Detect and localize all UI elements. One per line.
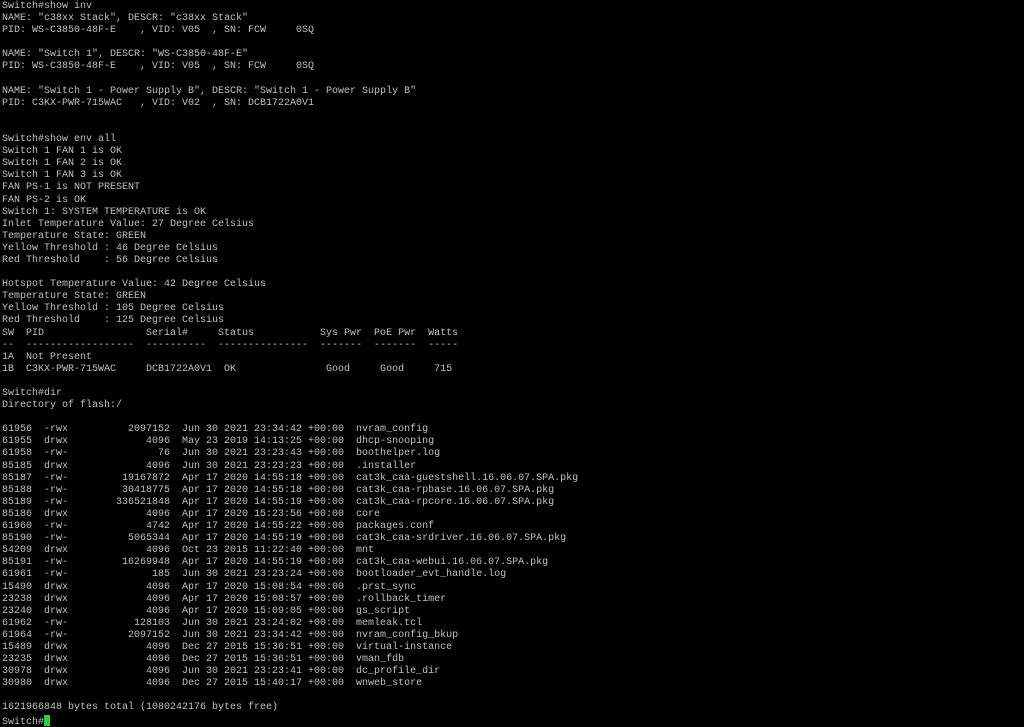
terminal-line: 15490 drwx 4096 Apr 17 2020 15:08:54 +00… (2, 581, 417, 593)
terminal-line: 61955 drwx 4096 May 23 2019 14:13:25 +00… (2, 436, 435, 448)
terminal-line: FAN PS-2 is OK (2, 194, 87, 206)
terminal-line: PID: WS-C3850-48F-E , VID: V05 , SN: FCW… (2, 61, 315, 73)
terminal-line: FAN PS-1 is NOT PRESENT (2, 182, 141, 194)
terminal-line: NAME: "c38xx Stack", DESCR: "c38xx Stack… (2, 13, 249, 25)
terminal-line: PID: C3KX-PWR-715WAC , VID: V02 , SN: DC… (2, 97, 315, 109)
terminal-line: 61958 -rw- 76 Jun 30 2021 23:23:43 +00:0… (2, 448, 441, 460)
terminal-line: NAME: "Switch 1", DESCR: "WS-C3850-48F-E… (2, 49, 249, 61)
terminal-line: Switch 1 FAN 2 is OK (2, 158, 123, 170)
terminal-line: Switch 1 FAN 1 is OK (2, 146, 123, 158)
terminal-line: Temperature State: GREEN (2, 291, 147, 303)
terminal-line: Switch 1 FAN 3 is OK (2, 170, 123, 182)
terminal-line: Switch#show inv (2, 1, 93, 12)
command-prompt: Switch# (2, 716, 45, 727)
terminal-line: 1A Not Present (2, 351, 93, 363)
terminal-line: 61962 -rw- 128103 Jun 30 2021 23:24:02 +… (2, 617, 423, 629)
terminal-line: Yellow Threshold : 46 Degree Celsius (2, 242, 219, 254)
terminal-line: 61961 -rw- 185 Jun 30 2021 23:23:24 +00:… (2, 569, 507, 581)
terminal-line: Temperature State: GREEN (2, 230, 147, 242)
terminal-line: Red Threshold : 56 Degree Celsius (2, 254, 219, 266)
terminal-line: 85189 -rw- 336521848 Apr 17 2020 14:55:1… (2, 496, 555, 508)
terminal-line: 85190 -rw- 5065344 Apr 17 2020 14:55:19 … (2, 533, 567, 545)
terminal-line: 85186 drwx 4096 Apr 17 2020 15:23:56 +00… (2, 508, 381, 520)
terminal-line: 54209 drwx 4096 Oct 23 2015 11:22:40 +00… (2, 545, 375, 557)
terminal-line: SW PID Serial# Status Sys Pwr PoE Pwr Wa… (2, 327, 459, 339)
command-prompt-row[interactable]: Switch# (2, 714, 578, 727)
terminal-line: 15489 drwx 4096 Dec 27 2015 15:36:51 +00… (2, 641, 453, 653)
terminal-window[interactable]: Switch#show inv NAME: "c38xx Stack", DESC… (0, 0, 1024, 727)
terminal-line: 85188 -rw- 30418775 Apr 17 2020 14:55:18… (2, 484, 555, 496)
terminal-line: 1B C3KX-PWR-715WAC DCB1722A0V1 OK Good G… (2, 363, 453, 375)
terminal-line: 1621966848 bytes total (1080242176 bytes… (2, 702, 279, 714)
terminal-line: NAME: "Switch 1 - Power Supply B", DESCR… (2, 85, 417, 97)
terminal-line: Yellow Threshold : 105 Degree Celsius (2, 303, 225, 315)
terminal-line: 85187 -rw- 19167872 Apr 17 2020 14:55:18… (2, 472, 579, 484)
terminal-line: Switch#show env all (2, 134, 117, 146)
terminal-output: Switch#show inv NAME: "c38xx Stack", DESC… (2, 1, 578, 727)
terminal-line: PID: WS-C3850-48F-E , VID: V05 , SN: FCW… (2, 25, 315, 37)
terminal-line: Inlet Temperature Value: 27 Degree Celsi… (2, 218, 255, 230)
terminal-line: 30980 drwx 4096 Dec 27 2015 15:40:17 +00… (2, 678, 423, 690)
terminal-line: 23235 drwx 4096 Dec 27 2015 15:36:51 +00… (2, 654, 405, 666)
terminal-lines: Switch#show inv NAME: "c38xx Stack", DESC… (2, 1, 578, 715)
terminal-line: 23240 drwx 4096 Apr 17 2020 15:09:05 +00… (2, 605, 411, 617)
terminal-line: 61960 -rw- 4742 Apr 17 2020 14:55:22 +00… (2, 521, 435, 533)
terminal-line: Switch#dir (2, 388, 63, 399)
terminal-cursor (44, 714, 51, 726)
terminal-line: Directory of flash:/ (2, 400, 123, 412)
terminal-line: 30978 drwx 4096 Jun 30 2021 23:23:41 +00… (2, 666, 441, 678)
terminal-line: Hotspot Temperature Value: 42 Degree Cel… (2, 279, 267, 291)
terminal-line: 61956 -rwx 2097152 Jun 30 2021 23:34:42 … (2, 424, 429, 436)
terminal-line: 85185 drwx 4096 Jun 30 2021 23:23:23 +00… (2, 460, 417, 472)
terminal-line: 85191 -rw- 16269948 Apr 17 2020 14:55:19… (2, 557, 549, 569)
terminal-line: 23238 drwx 4096 Apr 17 2020 15:08:57 +00… (2, 593, 447, 605)
terminal-line: 61964 -rw- 2097152 Jun 30 2021 23:34:42 … (2, 629, 459, 641)
terminal-line: Red Threshold : 125 Degree Celsius (2, 315, 225, 327)
terminal-line: Switch 1: SYSTEM TEMPERATURE is OK (2, 206, 207, 218)
terminal-line: -- ------------------ ---------- -------… (2, 339, 459, 351)
